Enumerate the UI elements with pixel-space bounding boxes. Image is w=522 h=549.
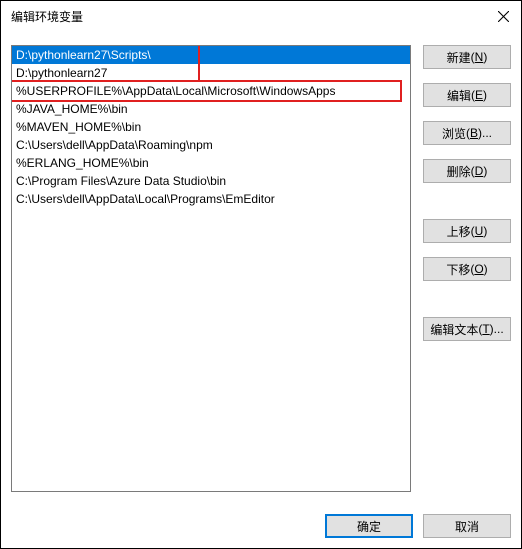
button-accelerator: O — [474, 262, 483, 276]
window-title: 编辑环境变量 — [11, 8, 83, 25]
button-accelerator: U — [475, 224, 484, 238]
list-item[interactable]: C:\Users\dell\AppData\Roaming\npm — [12, 136, 410, 154]
list-item[interactable]: D:\pythonlearn27 — [12, 64, 410, 82]
content-area: D:\pythonlearn27\Scripts\ D:\pythonlearn… — [11, 45, 511, 492]
cancel-button[interactable]: 取消 — [423, 514, 511, 538]
edit-button[interactable]: 编辑(E) — [423, 83, 511, 107]
button-label: 删除 — [447, 163, 471, 180]
new-button[interactable]: 新建(N) — [423, 45, 511, 69]
list-item[interactable]: %JAVA_HOME%\bin — [12, 100, 410, 118]
button-suffix: ... — [482, 126, 492, 140]
button-accelerator: D — [475, 164, 484, 178]
list-item[interactable]: D:\pythonlearn27\Scripts\ — [12, 46, 410, 64]
button-accelerator: N — [475, 50, 484, 64]
button-label: 上移 — [447, 223, 471, 240]
close-icon — [498, 11, 509, 22]
bottom-bar: 确定 取消 — [325, 514, 511, 538]
titlebar: 编辑环境变量 — [1, 1, 521, 31]
button-label: 编辑文本 — [430, 321, 478, 338]
list-item[interactable]: C:\Users\dell\AppData\Local\Programs\EmE… — [12, 190, 410, 208]
move-down-button[interactable]: 下移(O) — [423, 257, 511, 281]
list-item[interactable]: C:\Program Files\Azure Data Studio\bin — [12, 172, 410, 190]
button-label: 确定 — [357, 518, 381, 535]
path-listbox[interactable]: D:\pythonlearn27\Scripts\ D:\pythonlearn… — [11, 45, 411, 492]
delete-button[interactable]: 删除(D) — [423, 159, 511, 183]
list-item[interactable]: %USERPROFILE%\AppData\Local\Microsoft\Wi… — [12, 82, 410, 100]
button-accelerator: B — [470, 126, 478, 140]
edit-text-button[interactable]: 编辑文本(T)... — [423, 317, 511, 341]
button-accelerator: E — [475, 88, 483, 102]
ok-button[interactable]: 确定 — [325, 514, 413, 538]
button-accelerator: T — [482, 322, 489, 336]
button-label: 取消 — [455, 518, 479, 535]
move-up-button[interactable]: 上移(U) — [423, 219, 511, 243]
close-button[interactable] — [493, 6, 513, 26]
browse-button[interactable]: 浏览(B)... — [423, 121, 511, 145]
button-label: 浏览 — [442, 125, 466, 142]
sidebar-buttons: 新建(N) 编辑(E) 浏览(B)... 删除(D) 上移(U) 下移(O) 编… — [423, 45, 511, 492]
list-item[interactable]: %ERLANG_HOME%\bin — [12, 154, 410, 172]
button-label: 编辑 — [447, 87, 471, 104]
button-label: 下移 — [446, 261, 470, 278]
button-label: 新建 — [447, 49, 471, 66]
button-suffix: ... — [494, 322, 504, 336]
list-item[interactable]: %MAVEN_HOME%\bin — [12, 118, 410, 136]
